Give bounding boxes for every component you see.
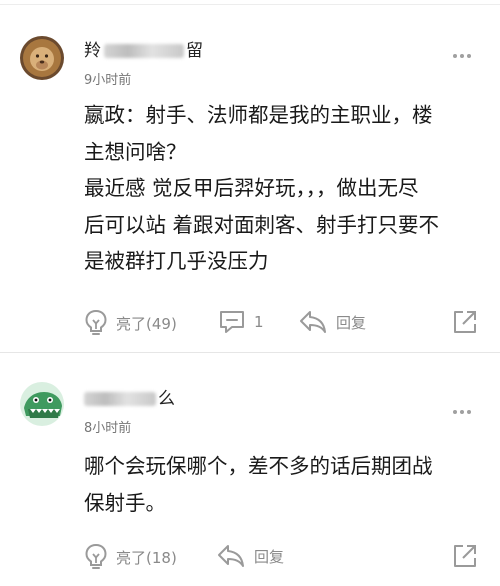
share-external-icon <box>452 309 478 335</box>
reply-button[interactable]: 回复 <box>216 543 284 569</box>
reply-arrow-icon <box>298 309 328 335</box>
avatar[interactable] <box>20 382 64 426</box>
timestamp: 9小时前 <box>84 73 132 88</box>
username-end: 留 <box>186 41 204 61</box>
comment-line: 最近感 觉反甲后羿好玩，，，做出无尽 <box>84 176 419 200</box>
comment-line: 是被群打几乎没压力 <box>84 249 269 273</box>
share-button[interactable] <box>452 543 478 569</box>
share-button[interactable] <box>452 309 478 335</box>
username[interactable]: 么 <box>84 384 176 409</box>
username[interactable]: 羚留 <box>84 36 204 61</box>
timestamp: 8小时前 <box>84 421 132 436</box>
more-dots-icon[interactable] <box>452 396 472 420</box>
reply-arrow-icon <box>216 543 246 569</box>
comment-text: 哪个会玩保哪个，差不多的话后期团战 保射手。 <box>84 448 474 521</box>
like-button[interactable]: 亮了(18) <box>84 543 177 571</box>
username-redaction <box>104 44 184 58</box>
comment-actions: 亮了(49) 1 回复 <box>84 309 480 339</box>
comment-item: 羚留 9小时前 嬴政：射手、法师都是我的主职业，楼 主想问啥？ 最近感 觉反甲后… <box>0 0 500 352</box>
more-dots-icon[interactable] <box>452 40 472 64</box>
comment-line: 后可以站 着跟对面刺客、射手打只要不 <box>84 212 440 237</box>
comment-line: 嬴政：射手、法师都是我的主职业，楼 <box>84 103 433 127</box>
like-count: 亮了(18) <box>116 548 177 567</box>
avatar[interactable] <box>20 36 64 80</box>
comment-text: 嬴政：射手、法师都是我的主职业，楼 主想问啥？ 最近感 觉反甲后羿好玩，，，做出… <box>84 97 474 280</box>
username-end: 么 <box>158 389 176 409</box>
username-start: 羚 <box>84 41 102 61</box>
comment-line: 保射手。 <box>84 490 166 515</box>
like-button[interactable]: 亮了(49) <box>84 309 177 337</box>
username-redaction <box>84 392 156 406</box>
comment-bubble-icon <box>218 309 246 335</box>
reply-label: 回复 <box>254 547 285 566</box>
comment-actions: 亮了(18) 回复 <box>84 543 480 573</box>
comment-count: 1 <box>254 313 264 331</box>
comment-button[interactable]: 1 <box>218 309 264 335</box>
share-external-icon <box>452 543 478 569</box>
reply-label: 回复 <box>336 313 367 332</box>
comment-line: 哪个会玩保哪个，差不多的话后期团战 <box>84 454 433 478</box>
comment-item: 么 8小时前 哪个会玩保哪个，差不多的话后期团战 保射手。 亮了(18) 回复 <box>0 352 500 586</box>
reply-button[interactable]: 回复 <box>298 309 366 335</box>
comment-line: 主想问啥？ <box>84 139 187 164</box>
lightbulb-like-icon <box>84 543 108 571</box>
like-count: 亮了(49) <box>116 314 177 333</box>
lightbulb-like-icon <box>84 309 108 337</box>
